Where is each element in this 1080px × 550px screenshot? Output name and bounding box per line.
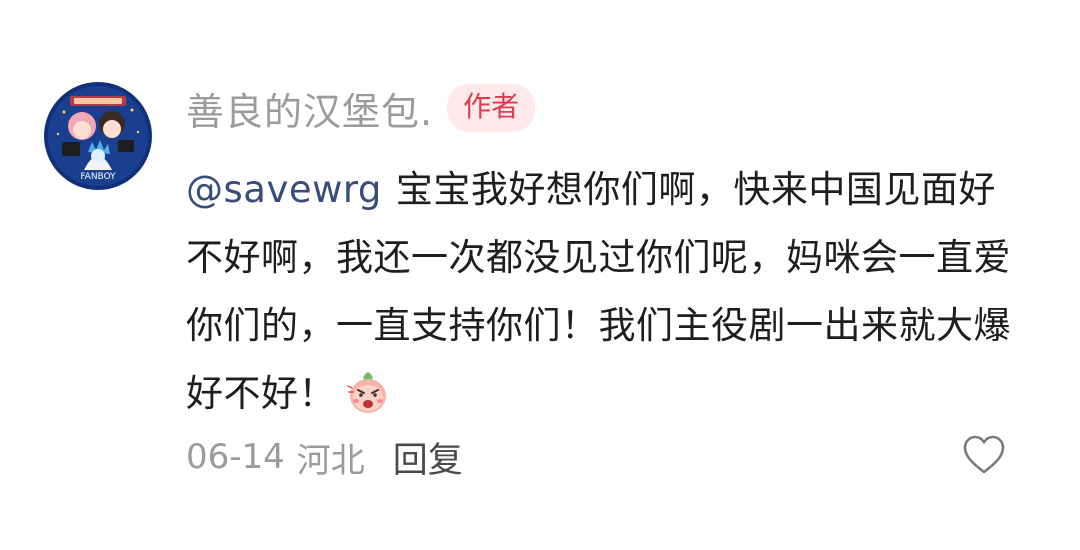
heart-outline-icon <box>963 435 1005 474</box>
username[interactable]: 善良的汉堡包. <box>186 81 433 136</box>
mention-link[interactable]: @savewrg <box>186 168 382 211</box>
like-button[interactable] <box>962 434 1006 476</box>
comment-date: 06-14 <box>186 437 285 477</box>
author-badge: 作者 <box>447 84 536 132</box>
comment-text-block: @savewrg 宝宝我好想你们啊，快来中国见面好不好啊，我还一次都没见过你们呢，… <box>186 156 1031 428</box>
reply-button[interactable]: 回复 <box>393 432 463 483</box>
comment-body-container: 善良的汉堡包. 作者 @savewrg 宝宝我好想你们啊，快来中国见面好不好啊，我… <box>186 78 1036 428</box>
comment-location: 河北 <box>296 440 365 481</box>
angry-peach-sticker-icon <box>344 368 392 416</box>
comment-meta-row: 06-14 河北 回复 <box>186 432 463 482</box>
svg-text:FANBOY: FANBOY <box>80 172 116 182</box>
name-row: 善良的汉堡包. 作者 <box>186 78 1036 138</box>
user-avatar[interactable]: FANBOY <box>44 82 152 190</box>
